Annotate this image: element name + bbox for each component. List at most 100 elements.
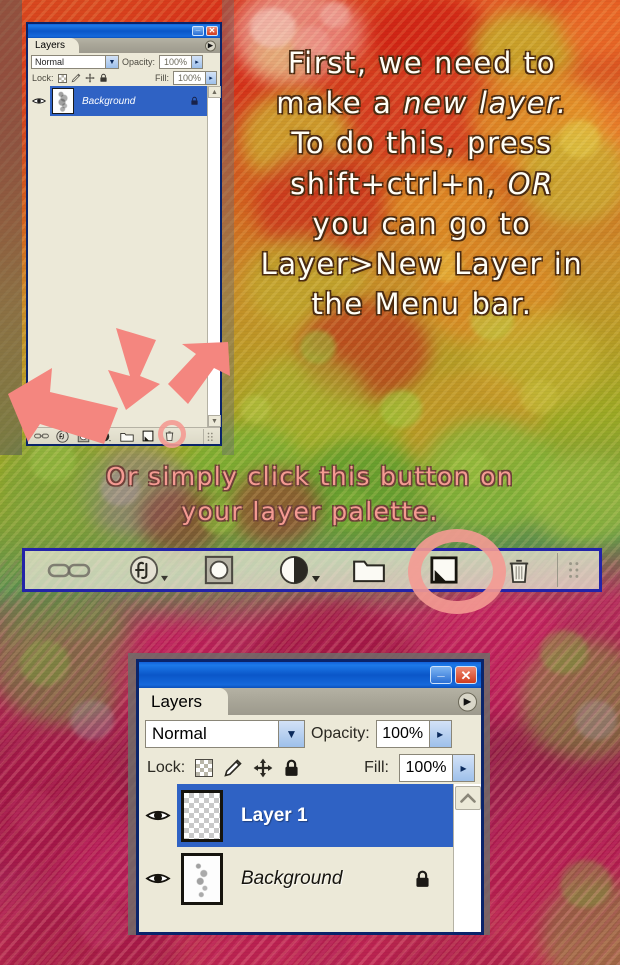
caption-line-3: To do this, press (291, 126, 553, 161)
caption-line-2-emphasis: new layer. (403, 86, 568, 121)
blend-mode-chevron-down-icon[interactable]: ▼ (105, 56, 118, 68)
fill-chevron-right-icon[interactable]: ▸ (205, 72, 216, 84)
grip-dots-icon (207, 432, 213, 441)
caption-main: First, we need to make a new layer. To d… (228, 46, 616, 322)
arrow-center (104, 326, 166, 412)
minimize-icon: _ (437, 662, 445, 678)
grip-dots-icon (568, 562, 578, 578)
eye-icon (145, 810, 171, 821)
layer-visibility-toggle[interactable] (139, 784, 177, 847)
minimize-button[interactable]: _ (192, 23, 204, 36)
scroll-up-chevron-icon[interactable] (454, 786, 481, 810)
table-row[interactable]: Layer 1 (139, 784, 453, 847)
layer-thumbnail[interactable] (181, 789, 223, 842)
layer-style-fx-icon (129, 555, 158, 585)
opacity-value[interactable]: 100% (377, 725, 429, 743)
lock-label: Lock: (147, 758, 186, 776)
fill-label: Fill: (155, 73, 169, 83)
new-layer-icon (142, 430, 154, 442)
link-layers-icon (47, 563, 90, 578)
lock-all-icon[interactable] (283, 758, 300, 778)
panel-grip[interactable] (203, 428, 217, 444)
fill-label: Fill: (364, 758, 389, 776)
link-layers-button-large[interactable] (40, 554, 98, 586)
opacity-chevron-right-icon[interactable]: ▸ (191, 56, 203, 68)
fill-chevron-right-icon[interactable]: ▸ (452, 754, 474, 781)
opacity-label: Opacity: (311, 724, 370, 742)
opacity-chevron-right-icon[interactable]: ▸ (428, 720, 451, 747)
lock-fill-row: Lock: Fill: 100% ▸ (28, 69, 220, 86)
caption-line-2-plain: make a (276, 86, 404, 121)
caption-line-5: you can go to (312, 206, 532, 241)
caption-line-1: First, we need to (287, 46, 557, 80)
blend-mode-chevron-down-icon[interactable]: ▼ (278, 720, 304, 747)
palette-small-tabstrip: Layers ▶ (28, 38, 220, 53)
highlight-circle-small (158, 420, 186, 448)
fill-value[interactable]: 100% (400, 759, 452, 777)
caption-line-4-plain: shift+ctrl+n, (290, 166, 508, 201)
close-button[interactable]: ✕ (206, 26, 218, 36)
scroll-down-chevron-icon[interactable]: ▼ (208, 415, 221, 427)
lock-position-icon[interactable] (253, 758, 273, 778)
lock-fill-row: Lock: Fill: 100% ▸ (139, 748, 481, 784)
close-icon: ✕ (460, 667, 472, 683)
caption-line-4-emphasis: OR (507, 166, 554, 201)
layer-mask-button-large[interactable] (190, 554, 248, 586)
layer-style-button-large[interactable] (115, 554, 173, 586)
scroll-up-chevron-icon[interactable]: ▲ (208, 86, 221, 98)
blend-opacity-row: Normal ▼ Opacity: 100% ▸ (139, 715, 481, 748)
layer-name[interactable]: Background (241, 868, 342, 890)
caption-line-7: the Menu bar. (311, 287, 533, 322)
new-group-folder-icon (353, 560, 386, 583)
palette-small-titlebar: _ ✕ (28, 24, 220, 38)
opacity-value[interactable]: 100% (160, 57, 191, 67)
adjustment-layer-button-large[interactable] (265, 554, 323, 586)
panel-grip-large[interactable] (557, 553, 593, 587)
caption-secondary: Or simply click this button on your laye… (10, 462, 610, 526)
blend-mode-value[interactable]: Normal (32, 57, 105, 67)
blend-mode-value[interactable]: Normal (146, 724, 278, 744)
lock-all-icon[interactable] (99, 73, 108, 83)
caption-secondary-line-1: Or simply click this button on (106, 462, 514, 491)
minimize-icon: _ (195, 23, 201, 32)
layers-palette-button-strip[interactable] (22, 548, 602, 592)
tab-layers[interactable]: Layers (28, 38, 80, 53)
caption-secondary-line-2: your layer palette. (181, 496, 439, 526)
lock-image-pixels-icon[interactable] (71, 73, 81, 83)
new-group-button-large[interactable] (340, 554, 398, 586)
palette-large-tabstrip: Layers ▶ (139, 688, 481, 715)
delete-layer-trash-icon (510, 559, 529, 583)
table-row[interactable]: Background (139, 847, 453, 910)
minimize-button[interactable]: _ (430, 662, 452, 684)
adjustment-layer-icon (279, 555, 309, 585)
panel-menu-icon[interactable]: ▶ (458, 692, 477, 711)
table-row[interactable]: Background (28, 86, 207, 116)
layer-thumbnail[interactable] (181, 852, 223, 905)
lock-all-icon (191, 96, 198, 105)
caption-line-4: shift+ctrl+n, OR (228, 167, 616, 201)
layer-thumbnail[interactable] (52, 88, 74, 114)
layers-palette-large[interactable]: _ ✕ Layers ▶ Normal ▼ Opacity: 100% ▸ Lo… (136, 659, 484, 935)
lock-transparent-pixels-icon[interactable] (195, 758, 214, 777)
lock-image-pixels-icon[interactable] (223, 758, 243, 778)
palette-large-titlebar: _ ✕ (139, 662, 481, 688)
fill-value[interactable]: 100% (174, 73, 205, 83)
eye-icon (32, 98, 46, 104)
eye-icon (145, 873, 171, 884)
lock-label: Lock: (32, 73, 54, 83)
tab-layers-label: Layers (35, 40, 66, 51)
layer-visibility-toggle[interactable] (139, 847, 177, 910)
layer-visibility-toggle[interactable] (28, 86, 50, 116)
new-layer-button[interactable] (138, 429, 158, 444)
caption-line-6: Layer>New Layer in (260, 247, 584, 282)
layer-name[interactable]: Background (82, 96, 135, 107)
layer-list-scrollbar[interactable] (453, 784, 481, 932)
lock-position-icon[interactable] (85, 73, 95, 83)
lock-transparent-pixels-icon[interactable] (57, 73, 67, 83)
panel-menu-icon[interactable]: ▶ (205, 40, 216, 51)
lock-all-icon (416, 870, 429, 887)
palette-large-layer-list: Layer 1 Background (139, 784, 481, 932)
tab-layers[interactable]: Layers (139, 688, 229, 715)
close-button[interactable]: ✕ (455, 666, 477, 684)
layer-name[interactable]: Layer 1 (241, 805, 308, 827)
